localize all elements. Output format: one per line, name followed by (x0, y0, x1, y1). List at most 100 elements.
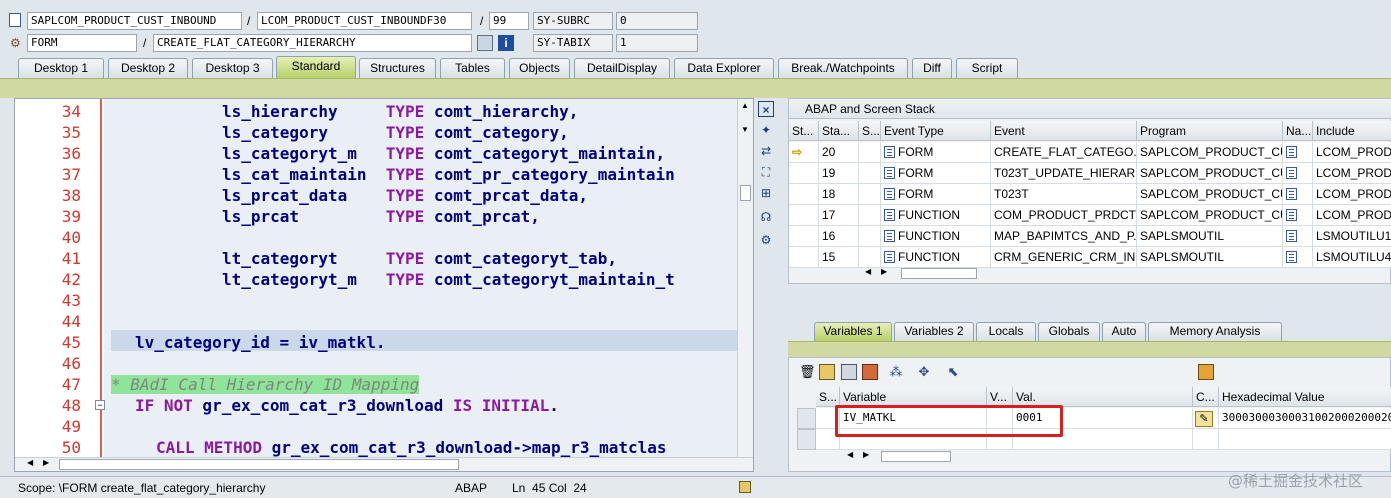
document-icon[interactable] (1286, 209, 1297, 221)
scroll-left-icon[interactable]: ◀ (865, 267, 871, 276)
event-type[interactable]: FUNCTION (881, 247, 991, 268)
navigate-cell[interactable] (1283, 205, 1313, 226)
include-name[interactable]: LCOM_PRODU (1313, 163, 1391, 184)
stack-level[interactable]: 16 (819, 226, 859, 247)
scroll-left-icon[interactable]: ◀ (27, 458, 33, 467)
document-icon[interactable] (1286, 188, 1297, 200)
row-selector[interactable] (797, 429, 816, 450)
code-line[interactable]: 38 ls_prcat_data TYPE comt_prcat_data, (15, 185, 753, 206)
hscroll-thumb[interactable] (59, 459, 459, 470)
navigate-cell[interactable] (1283, 226, 1313, 247)
document-icon[interactable] (1286, 230, 1297, 242)
event-type[interactable]: FUNCTION (881, 226, 991, 247)
event-name[interactable]: T023T_UPDATE_HIERAR... (991, 163, 1137, 184)
code-line[interactable]: 36 ls_categoryt_m TYPE comt_categoryt_mai… (15, 143, 753, 164)
scroll-right-icon[interactable]: ▶ (881, 267, 887, 276)
stack-col-header[interactable]: S... (859, 121, 881, 141)
tab-variables-2[interactable]: Variables 2 (894, 322, 974, 341)
hscroll-thumb[interactable] (881, 451, 951, 462)
current-marker[interactable] (789, 226, 819, 247)
event-type[interactable]: FORM (881, 184, 991, 205)
program-name[interactable]: SAPLCOM_PRODUCT_CU... (1137, 205, 1283, 226)
event-type[interactable]: FUNCTION (881, 205, 991, 226)
sysvalue-1[interactable]: 0 (616, 12, 698, 30)
code-line[interactable]: 41 lt_categoryt TYPE comt_categoryt_tab, (15, 248, 753, 269)
headset-icon[interactable]: ☊ (758, 209, 774, 225)
include-name[interactable]: LSMOUTILU46 (1313, 247, 1391, 268)
stack-level[interactable]: 20 (819, 142, 859, 163)
code-line[interactable]: 44 (15, 311, 753, 332)
type-field[interactable]: FORM (27, 34, 137, 52)
tab-desktop-3[interactable]: Desktop 3 (192, 58, 273, 78)
current-marker[interactable] (789, 247, 819, 268)
stack-level[interactable]: 15 (819, 247, 859, 268)
code-line[interactable]: 45 lv_category_id = iv_matkl. (15, 332, 753, 353)
navigate-cell[interactable] (1283, 142, 1313, 163)
hscroll-thumb[interactable] (901, 268, 977, 279)
status-doc-icon[interactable] (739, 481, 751, 493)
sysvalue-2[interactable]: 1 (616, 34, 698, 52)
var-col-header[interactable]: Variable (840, 387, 987, 407)
scroll-thumb[interactable] (740, 185, 751, 201)
line-field[interactable]: 99 (489, 12, 529, 30)
display-icon[interactable] (477, 35, 493, 51)
event-type[interactable]: FORM (881, 142, 991, 163)
fold-marker[interactable]: − (95, 400, 105, 410)
event-name[interactable]: T023T (991, 184, 1137, 205)
tab-locals[interactable]: Locals (976, 322, 1036, 341)
navigate-cell[interactable] (1283, 247, 1313, 268)
event-name[interactable]: CREATE_FLAT_CATEGO... (991, 142, 1137, 163)
code-line[interactable]: 40 (15, 227, 753, 248)
tab-break-watchpoints[interactable]: Break./Watchpoints (778, 58, 908, 78)
code-editor[interactable]: 34 ls_hierarchy TYPE comt_hierarchy, 35 ls_… (14, 98, 754, 472)
include-name[interactable]: LCOM_PRODU (1313, 205, 1391, 226)
tab-globals[interactable]: Globals (1038, 322, 1100, 341)
pencil-icon[interactable]: ✎ (1195, 411, 1213, 427)
include-field[interactable]: LCOM_PRODUCT_CUST_INBOUNDF30 (257, 12, 472, 30)
code-line[interactable]: 46 (15, 353, 753, 374)
include-name[interactable]: LCOM_PRODU (1313, 184, 1391, 205)
code-line[interactable]: 35 ls_category TYPE comt_category, (15, 122, 753, 143)
event-type[interactable]: FORM (881, 163, 991, 184)
stack-s-cell[interactable] (859, 184, 881, 205)
event-field[interactable]: CREATE_FLAT_CATEGORY_HIERARCHY (153, 34, 472, 52)
code-line[interactable]: 49 (15, 416, 753, 437)
hierarchy-icon[interactable]: ⁂ (888, 364, 904, 380)
load-list-icon[interactable] (862, 364, 878, 380)
tab-data-explorer[interactable]: Data Explorer (674, 58, 774, 78)
program-field[interactable]: SAPLCOM_PRODUCT_CUST_INBOUND (27, 12, 242, 30)
pointer-icon[interactable]: ⬉ (945, 364, 961, 380)
current-marker[interactable] (789, 163, 819, 184)
stack-s-cell[interactable] (859, 226, 881, 247)
tab-script[interactable]: Script (956, 58, 1018, 78)
tab-objects[interactable]: Objects (509, 58, 570, 78)
stack-col-header[interactable]: St... (789, 121, 819, 141)
maximize-icon[interactable]: ⛶ (758, 164, 774, 180)
var-col-header[interactable]: Hexadecimal Value (1219, 387, 1391, 407)
empty-cell[interactable] (1219, 429, 1391, 450)
tab-tables[interactable]: Tables (440, 58, 505, 78)
document-icon[interactable] (1286, 167, 1297, 179)
navigate-cell[interactable] (1283, 163, 1313, 184)
hex-value-field[interactable]: 3000300030003100200020002000... (1219, 408, 1391, 429)
stack-level[interactable]: 18 (819, 184, 859, 205)
current-marker[interactable]: ⇨ (789, 142, 819, 163)
tab-desktop-2[interactable]: Desktop 2 (108, 58, 188, 78)
vars-hscroll[interactable]: ◀ ▶ (847, 450, 957, 464)
code-line[interactable]: 34 ls_hierarchy TYPE comt_hierarchy, (15, 101, 753, 122)
include-name[interactable]: LCOM_PRODU (1313, 142, 1391, 163)
document-icon[interactable] (1286, 146, 1297, 158)
stack-hscroll[interactable]: ◀ ▶ (865, 267, 977, 281)
var-col-header[interactable]: S... (816, 387, 840, 407)
scroll-down-icon[interactable]: ▼ (741, 125, 749, 134)
tab-auto[interactable]: Auto (1102, 322, 1146, 341)
program-name[interactable]: SAPLCOM_PRODUCT_CU... (1137, 163, 1283, 184)
edit-cell[interactable]: ✎ (1193, 408, 1219, 429)
var-col-header[interactable]: V... (987, 387, 1013, 407)
empty-cell[interactable] (1193, 429, 1219, 450)
program-name[interactable]: SAPLSMOUTIL (1137, 226, 1283, 247)
code-line[interactable]: 39 ls_prcat TYPE comt_prcat, (15, 206, 753, 227)
program-name[interactable]: SAPLCOM_PRODUCT_CU... (1137, 142, 1283, 163)
new-tool-icon[interactable]: ✦ (758, 122, 774, 138)
stack-col-header[interactable]: Program (1137, 121, 1283, 141)
